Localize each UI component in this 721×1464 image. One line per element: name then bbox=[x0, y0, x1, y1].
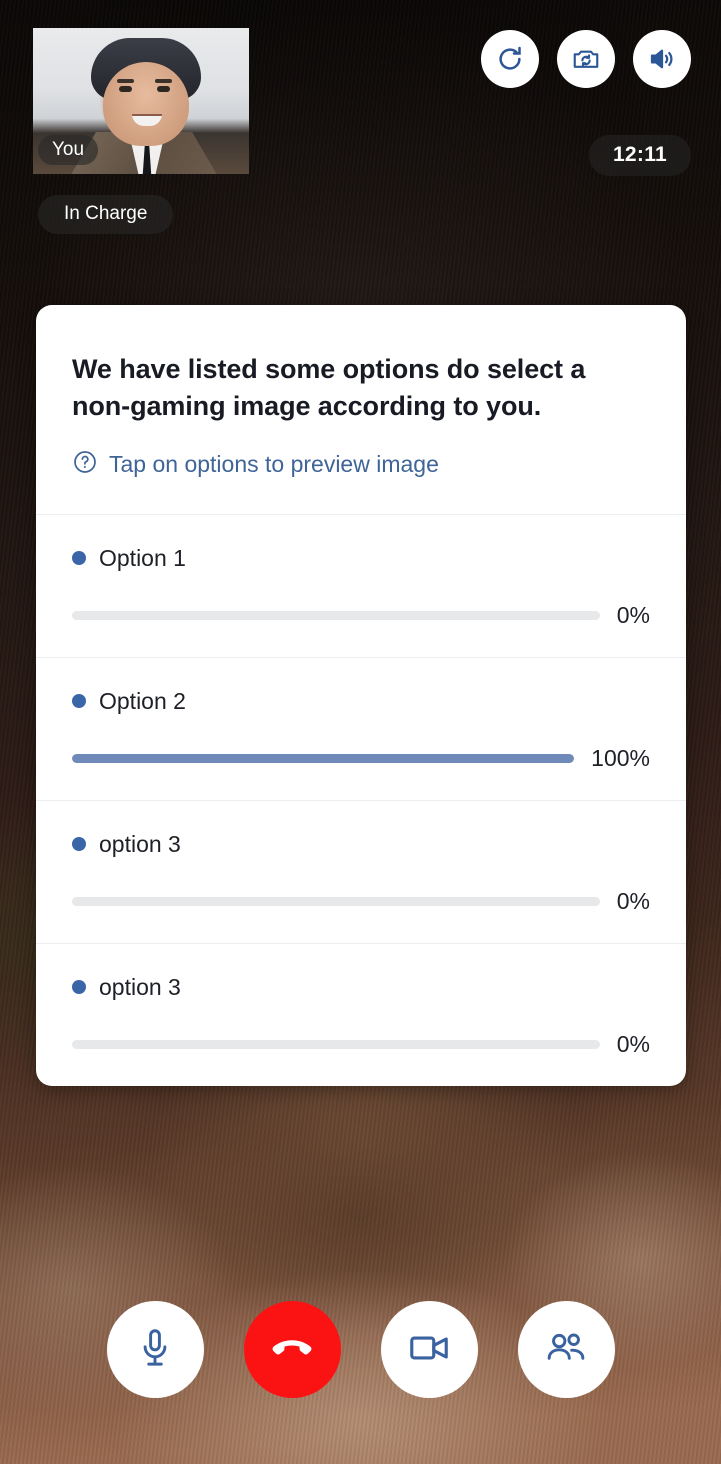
end-call-button[interactable] bbox=[243, 1301, 341, 1398]
poll-option-label-row: Option 2 bbox=[72, 687, 650, 714]
help-circle-icon bbox=[72, 449, 98, 480]
poll-option-progress-track bbox=[72, 896, 600, 906]
microphone-icon bbox=[133, 1326, 177, 1373]
option-bullet-icon bbox=[72, 551, 86, 566]
poll-option-bar-row: 100% bbox=[72, 744, 650, 771]
poll-option-label: option 3 bbox=[99, 973, 181, 1000]
poll-option-percent: 100% bbox=[591, 744, 650, 771]
poll-card: We have listed some options do select a … bbox=[36, 305, 686, 1086]
poll-option-row[interactable]: Option 2 100% bbox=[36, 656, 686, 800]
self-view-brow-right bbox=[155, 79, 172, 83]
poll-option-label: Option 2 bbox=[99, 687, 186, 714]
poll-option-label-row: Option 1 bbox=[72, 544, 650, 571]
refresh-icon bbox=[495, 44, 525, 74]
poll-option-percent: 0% bbox=[616, 1030, 650, 1057]
poll-hint-text: Tap on options to preview image bbox=[109, 450, 439, 477]
self-view-brow-left bbox=[117, 79, 134, 83]
participants-icon bbox=[544, 1326, 588, 1373]
top-controls-bar bbox=[481, 30, 691, 88]
self-view-name-badge: You bbox=[38, 135, 99, 165]
poll-option-label-row: option 3 bbox=[72, 973, 650, 1000]
switch-camera-icon bbox=[571, 44, 601, 74]
poll-hint: Tap on options to preview image bbox=[72, 449, 650, 480]
speaker-button[interactable] bbox=[633, 30, 691, 88]
self-view-eye-left bbox=[119, 86, 132, 92]
poll-option-label: Option 1 bbox=[99, 544, 186, 571]
poll-option-label-row: option 3 bbox=[72, 830, 650, 857]
refresh-button[interactable] bbox=[481, 30, 539, 88]
poll-option-percent: 0% bbox=[616, 887, 650, 914]
poll-option-label: option 3 bbox=[99, 830, 181, 857]
poll-option-bar-row: 0% bbox=[72, 887, 650, 914]
speaker-icon bbox=[647, 44, 677, 74]
poll-title: We have listed some options do select a … bbox=[72, 354, 586, 421]
poll-option-progress-fill bbox=[72, 753, 575, 763]
participants-button[interactable] bbox=[517, 1301, 615, 1398]
poll-option-percent: 0% bbox=[616, 601, 650, 628]
poll-option-row[interactable]: option 3 0% bbox=[36, 942, 686, 1086]
call-timer: 12:11 bbox=[588, 135, 691, 176]
video-camera-button[interactable] bbox=[380, 1301, 478, 1398]
option-bullet-icon bbox=[72, 980, 86, 995]
poll-option-progress-track bbox=[72, 753, 575, 763]
role-badge: In Charge bbox=[38, 195, 174, 234]
poll-option-bar-row: 0% bbox=[72, 1030, 650, 1057]
poll-option-row[interactable]: option 3 0% bbox=[36, 799, 686, 943]
option-bullet-icon bbox=[72, 837, 86, 852]
microphone-button[interactable] bbox=[106, 1301, 204, 1398]
end-call-icon bbox=[268, 1324, 316, 1375]
video-camera-icon bbox=[407, 1326, 451, 1373]
self-view-face bbox=[103, 62, 189, 146]
switch-camera-button[interactable] bbox=[557, 30, 615, 88]
poll-option-row[interactable]: Option 1 0% bbox=[36, 513, 686, 657]
poll-option-progress-track bbox=[72, 1039, 600, 1049]
option-bullet-icon bbox=[72, 694, 86, 709]
self-view-eye-right bbox=[157, 86, 170, 92]
call-controls-bar bbox=[0, 1301, 721, 1398]
poll-header: We have listed some options do select a … bbox=[36, 305, 686, 514]
poll-option-progress-track bbox=[72, 610, 600, 620]
poll-option-bar-row: 0% bbox=[72, 601, 650, 628]
